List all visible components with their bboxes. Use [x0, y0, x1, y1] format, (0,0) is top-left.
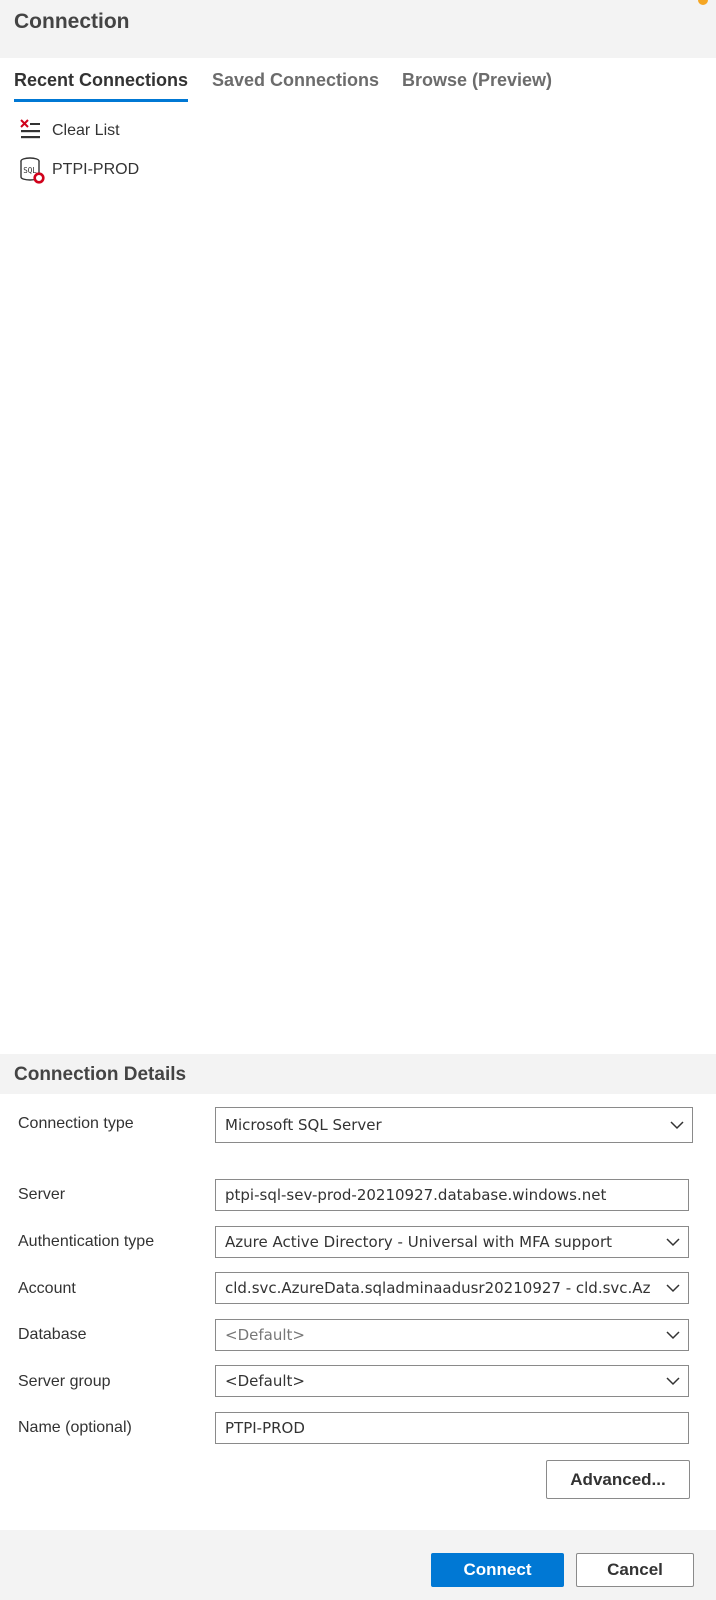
authentication-type-value: Azure Active Directory - Universal with …	[225, 1233, 612, 1251]
server-group-label: Server group	[18, 1373, 111, 1390]
account-label: Account	[18, 1280, 76, 1297]
clear-list-icon	[20, 119, 40, 139]
panel-header: Connection	[0, 0, 716, 58]
clear-list-label: Clear List	[52, 122, 120, 139]
server-value: ptpi-sql-sev-prod-20210927.database.wind…	[225, 1186, 607, 1204]
panel-title: Connection	[14, 10, 130, 33]
tab-recent-connections[interactable]: Recent Connections	[14, 70, 189, 102]
chevron-down-icon	[658, 1320, 688, 1350]
svg-text:SQL: SQL	[23, 166, 37, 175]
connection-type-select[interactable]: Microsoft SQL Server	[215, 1107, 693, 1143]
clear-list-button[interactable]: Clear List	[18, 117, 120, 145]
sql-database-icon: SQL	[20, 157, 45, 184]
database-value: <Default>	[225, 1326, 305, 1344]
chevron-down-icon	[662, 1109, 692, 1141]
connection-type-label: Connection type	[18, 1115, 134, 1132]
connection-details-header: Connection Details	[0, 1054, 716, 1094]
chevron-down-icon	[658, 1227, 688, 1257]
server-input[interactable]: ptpi-sql-sev-prod-20210927.database.wind…	[215, 1179, 689, 1211]
authentication-type-select[interactable]: Azure Active Directory - Universal with …	[215, 1226, 689, 1258]
server-label: Server	[18, 1186, 66, 1203]
cancel-button[interactable]: Cancel	[576, 1553, 694, 1587]
account-value: cld.svc.AzureData.sqladminaadusr20210927…	[225, 1279, 651, 1297]
tab-browse-preview[interactable]: Browse (Preview)	[402, 70, 552, 99]
chevron-down-icon	[658, 1273, 688, 1303]
server-group-select[interactable]: <Default>	[215, 1365, 689, 1397]
tab-saved-connections[interactable]: Saved Connections	[212, 70, 379, 99]
recent-connection-ptpi-prod[interactable]: SQL PTPI-PROD	[18, 156, 139, 184]
database-label: Database	[18, 1326, 87, 1343]
advanced-button[interactable]: Advanced...	[546, 1460, 690, 1499]
connection-type-value: Microsoft SQL Server	[225, 1116, 382, 1134]
database-select[interactable]: <Default>	[215, 1319, 689, 1351]
notification-dot	[698, 0, 708, 5]
name-optional-label: Name (optional)	[18, 1419, 132, 1436]
account-select[interactable]: cld.svc.AzureData.sqladminaadusr20210927…	[215, 1272, 689, 1304]
connection-details-title: Connection Details	[14, 1064, 187, 1085]
recent-connection-label: PTPI-PROD	[52, 161, 140, 178]
connect-button[interactable]: Connect	[431, 1553, 564, 1587]
name-value: PTPI-PROD	[225, 1419, 305, 1437]
name-input[interactable]: PTPI-PROD	[215, 1412, 689, 1444]
chevron-down-icon	[658, 1366, 688, 1396]
server-group-value: <Default>	[225, 1372, 305, 1390]
authentication-type-label: Authentication type	[18, 1233, 155, 1250]
